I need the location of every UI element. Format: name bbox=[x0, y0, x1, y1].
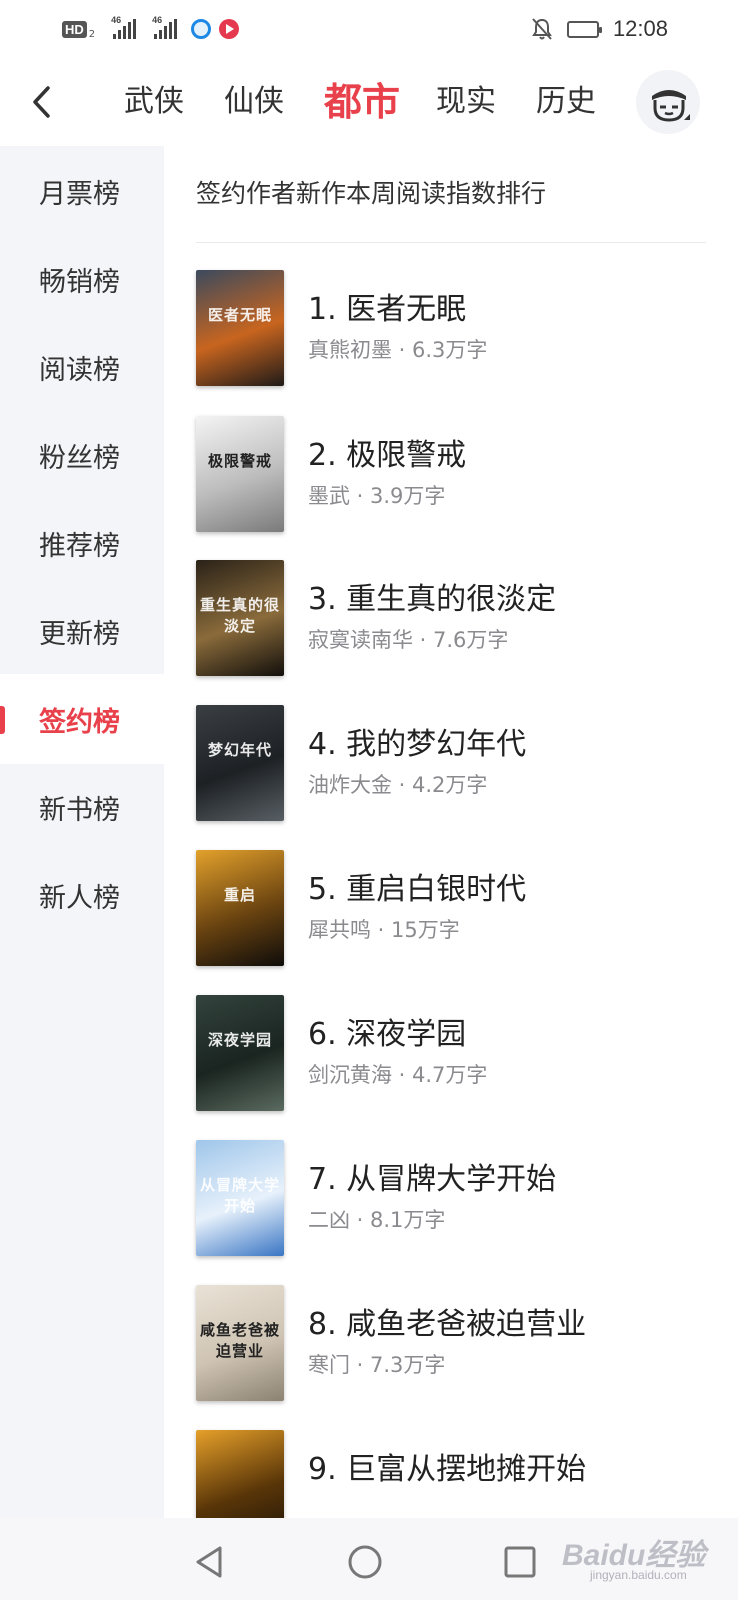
book-list-item[interactable]: 重启 5. 重启白银时代犀共鸣 · 15万字 bbox=[196, 850, 716, 968]
ranking-sidebar: 月票榜 畅销榜 阅读榜 粉丝榜 推荐榜 更新榜 签约榜 新书榜 新人榜 bbox=[0, 146, 164, 1518]
book-cover-title: 深夜学园 bbox=[207, 1031, 272, 1049]
nav-back-icon[interactable] bbox=[190, 1542, 230, 1582]
book-cover-image[interactable]: 深夜学园 bbox=[196, 995, 284, 1111]
book-list-item[interactable]: 深夜学园 6. 深夜学园剑沉黄海 · 4.7万字 bbox=[196, 995, 716, 1113]
tab-wuxia[interactable]: 武侠 bbox=[124, 62, 184, 142]
book-author-wordcount: 二凶 · 8.1万字 bbox=[308, 1208, 446, 1232]
hd-sub-label: 2 bbox=[88, 28, 96, 40]
book-list-item[interactable]: 咸鱼老爸被迫营业 8. 咸鱼老爸被迫营业寒门 · 7.3万字 bbox=[196, 1285, 716, 1403]
battery-icon bbox=[566, 20, 602, 38]
book-list-item[interactable]: 极限警戒 2. 极限警戒墨武 · 3.9万字 bbox=[196, 416, 716, 534]
book-author-wordcount: 寂寞读南华 · 7.6万字 bbox=[308, 628, 509, 652]
book-author-wordcount: 真熊初墨 · 6.3万字 bbox=[308, 338, 488, 362]
book-cover-image[interactable]: 从冒牌大学开始 bbox=[196, 1140, 284, 1256]
tab-lishi[interactable]: 历史 bbox=[536, 62, 596, 142]
book-cover-image[interactable]: 重生真的很淡定 bbox=[196, 560, 284, 676]
book-title[interactable]: 2. 极限警戒 bbox=[308, 430, 466, 474]
book-title[interactable]: 7. 从冒牌大学开始 bbox=[308, 1154, 556, 1198]
sidebar-item-newcomer[interactable]: 新人榜 bbox=[0, 850, 164, 940]
section-divider bbox=[196, 242, 706, 243]
nav-home-icon[interactable] bbox=[345, 1542, 385, 1582]
book-cover-title: 咸鱼老爸被迫营业 bbox=[199, 1321, 280, 1360]
sidebar-item-label: 新人榜 bbox=[39, 882, 120, 914]
clock-time: 12:08 bbox=[612, 16, 668, 41]
signal-strength-icon-2: 46 bbox=[152, 15, 178, 39]
user-avatar-button[interactable] bbox=[636, 70, 700, 134]
book-cover-title: 从冒牌大学开始 bbox=[199, 1176, 280, 1215]
signal-strength-icon-1: 46 bbox=[111, 15, 137, 39]
sidebar-item-label: 更新榜 bbox=[39, 618, 120, 650]
sidebar-item-monthly-ticket[interactable]: 月票榜 bbox=[0, 146, 164, 236]
tab-xianxia[interactable]: 仙侠 bbox=[224, 62, 284, 142]
status-left-icons: HD 2 46 46 bbox=[62, 15, 240, 42]
book-cover-image[interactable]: 咸鱼老爸被迫营业 bbox=[196, 1285, 284, 1401]
sidebar-item-label: 畅销榜 bbox=[39, 266, 120, 298]
reader-avatar-icon bbox=[652, 90, 690, 122]
book-title[interactable]: 4. 我的梦幻年代 bbox=[308, 719, 526, 763]
nav-recents-icon[interactable] bbox=[500, 1542, 540, 1582]
hd-voice-icon: HD bbox=[62, 20, 87, 38]
sidebar-item-label: 阅读榜 bbox=[39, 354, 120, 386]
book-author-wordcount: 犀共鸣 · 15万字 bbox=[308, 918, 460, 942]
sidebar-item-fans[interactable]: 粉丝榜 bbox=[0, 410, 164, 500]
music-notification-icon bbox=[219, 19, 240, 39]
book-cover-title: 重生真的很淡定 bbox=[199, 596, 280, 635]
book-author-wordcount: 油炸大金 · 4.2万字 bbox=[308, 773, 488, 797]
sidebar-item-update[interactable]: 更新榜 bbox=[0, 586, 164, 676]
book-cover-title: 重启 bbox=[223, 886, 256, 904]
active-indicator bbox=[0, 706, 5, 734]
tab-xianshi[interactable]: 现实 bbox=[436, 62, 496, 142]
book-list-item[interactable]: 从冒牌大学开始 7. 从冒牌大学开始二凶 · 8.1万字 bbox=[196, 1140, 716, 1258]
sidebar-item-bestseller[interactable]: 畅销榜 bbox=[0, 234, 164, 324]
mute-bell-icon bbox=[532, 18, 552, 40]
network-type-label: 46 bbox=[152, 15, 163, 25]
book-title[interactable]: 8. 咸鱼老爸被迫营业 bbox=[308, 1299, 586, 1343]
book-cover-image[interactable]: 极限警戒 bbox=[196, 416, 284, 532]
book-list-item[interactable]: 梦幻年代 4. 我的梦幻年代油炸大金 · 4.2万字 bbox=[196, 705, 716, 823]
sidebar-item-reading[interactable]: 阅读榜 bbox=[0, 322, 164, 412]
book-title[interactable]: 9. 巨富从摆地摊开始 bbox=[308, 1444, 586, 1488]
back-arrow-icon[interactable] bbox=[28, 84, 58, 120]
baidu-watermark-url: jingyan.baidu.com bbox=[590, 1568, 687, 1582]
book-cover-title: 梦幻年代 bbox=[207, 741, 272, 759]
book-cover-image[interactable]: 梦幻年代 bbox=[196, 705, 284, 821]
sidebar-item-label: 月票榜 bbox=[39, 178, 120, 210]
book-author-wordcount: 墨武 · 3.9万字 bbox=[308, 484, 446, 508]
book-title[interactable]: 3. 重生真的很淡定 bbox=[308, 574, 556, 618]
sidebar-item-signed[interactable]: 签约榜 bbox=[0, 674, 164, 764]
sidebar-item-recommend[interactable]: 推荐榜 bbox=[0, 498, 164, 588]
network-type-label: 46 bbox=[111, 15, 122, 25]
book-cover-title: 极限警戒 bbox=[207, 452, 272, 470]
book-title[interactable]: 1. 医者无眠 bbox=[308, 284, 466, 328]
book-cover-image[interactable]: 医者无眠 bbox=[196, 270, 284, 386]
book-list-item[interactable]: 医者无眠 1. 医者无眠真熊初墨 · 6.3万字 bbox=[196, 270, 716, 388]
book-author-wordcount: 寒门 · 7.3万字 bbox=[308, 1353, 446, 1377]
sidebar-item-label: 粉丝榜 bbox=[39, 442, 120, 474]
sidebar-item-label: 签约榜 bbox=[39, 706, 120, 738]
book-list-item[interactable]: 重生真的很淡定 3. 重生真的很淡定寂寞读南华 · 7.6万字 bbox=[196, 560, 716, 678]
top-header: 武侠 仙侠 都市 现实 历史 bbox=[0, 62, 738, 142]
book-cover-image[interactable]: 重启 bbox=[196, 850, 284, 966]
status-bar: HD 2 46 46 12:08 bbox=[0, 0, 738, 58]
tab-dushi[interactable]: 都市 bbox=[324, 62, 400, 142]
category-tabs: 武侠 仙侠 都市 现实 历史 bbox=[124, 62, 636, 142]
sidebar-item-new-book[interactable]: 新书榜 bbox=[0, 762, 164, 852]
book-author-wordcount: 剑沉黄海 · 4.7万字 bbox=[308, 1063, 488, 1087]
book-title[interactable]: 6. 深夜学园 bbox=[308, 1009, 466, 1053]
browser-notification-icon bbox=[191, 19, 212, 39]
book-cover-title: 医者无眠 bbox=[207, 306, 272, 324]
status-right-icons: 12:08 bbox=[531, 14, 668, 44]
sidebar-item-label: 新书榜 bbox=[39, 794, 120, 826]
book-title[interactable]: 5. 重启白银时代 bbox=[308, 864, 526, 908]
sidebar-item-label: 推荐榜 bbox=[39, 530, 120, 562]
section-title: 签约作者新作本周阅读指数排行 bbox=[196, 179, 547, 208]
